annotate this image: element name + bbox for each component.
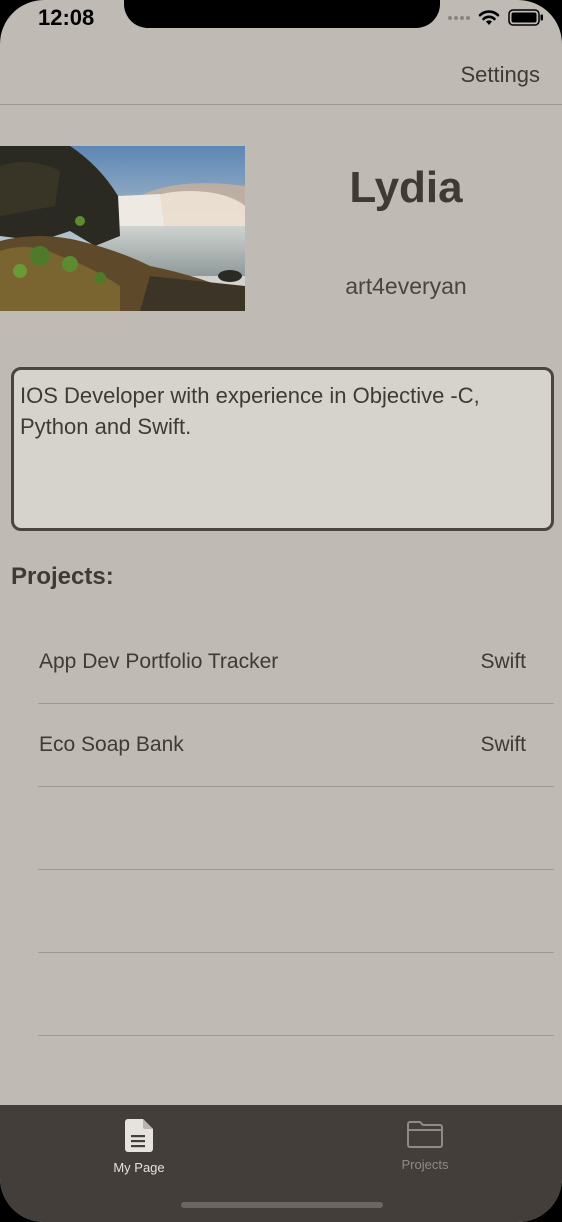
project-language: Swift bbox=[480, 733, 526, 756]
profile-photo bbox=[0, 146, 245, 311]
project-row[interactable]: Eco Soap Bank Swift bbox=[38, 704, 554, 787]
battery-icon bbox=[508, 9, 543, 26]
project-title: Eco Soap Bank bbox=[39, 733, 184, 756]
wifi-icon bbox=[478, 9, 500, 25]
project-row-empty bbox=[38, 870, 554, 953]
status-icons bbox=[448, 9, 544, 26]
app-screen: 12:08 Settings Lydia art4everyan IOS Dev… bbox=[0, 0, 562, 1222]
project-row-empty bbox=[38, 787, 554, 870]
project-title: App Dev Portfolio Tracker bbox=[39, 650, 279, 673]
device-notch bbox=[124, 0, 440, 28]
tab-my-page-label: My Page bbox=[113, 1160, 165, 1175]
status-time: 12:08 bbox=[38, 5, 95, 30]
projects-heading: Projects: bbox=[11, 563, 114, 590]
profile-name: Lydia bbox=[349, 163, 463, 212]
folder-icon bbox=[407, 1121, 443, 1148]
tab-projects[interactable]: Projects bbox=[355, 1119, 495, 1172]
project-list: App Dev Portfolio Tracker Swift Eco Soap… bbox=[0, 621, 562, 1036]
navigation-bar: Settings bbox=[0, 44, 562, 105]
tab-projects-label: Projects bbox=[401, 1157, 449, 1172]
project-row-empty bbox=[38, 953, 554, 1036]
project-language: Swift bbox=[480, 650, 526, 673]
tab-my-page[interactable]: My Page bbox=[69, 1119, 209, 1175]
home-indicator[interactable] bbox=[181, 1202, 383, 1208]
settings-button[interactable]: Settings bbox=[461, 62, 541, 88]
bio-text-field[interactable]: IOS Developer with experience in Objecti… bbox=[11, 367, 554, 531]
status-bar: 12:08 bbox=[0, 0, 562, 44]
document-icon bbox=[125, 1119, 153, 1152]
project-row[interactable]: App Dev Portfolio Tracker Swift bbox=[38, 621, 554, 704]
profile-username: art4everyan bbox=[345, 273, 467, 299]
cellular-signal-icon bbox=[448, 15, 470, 20]
